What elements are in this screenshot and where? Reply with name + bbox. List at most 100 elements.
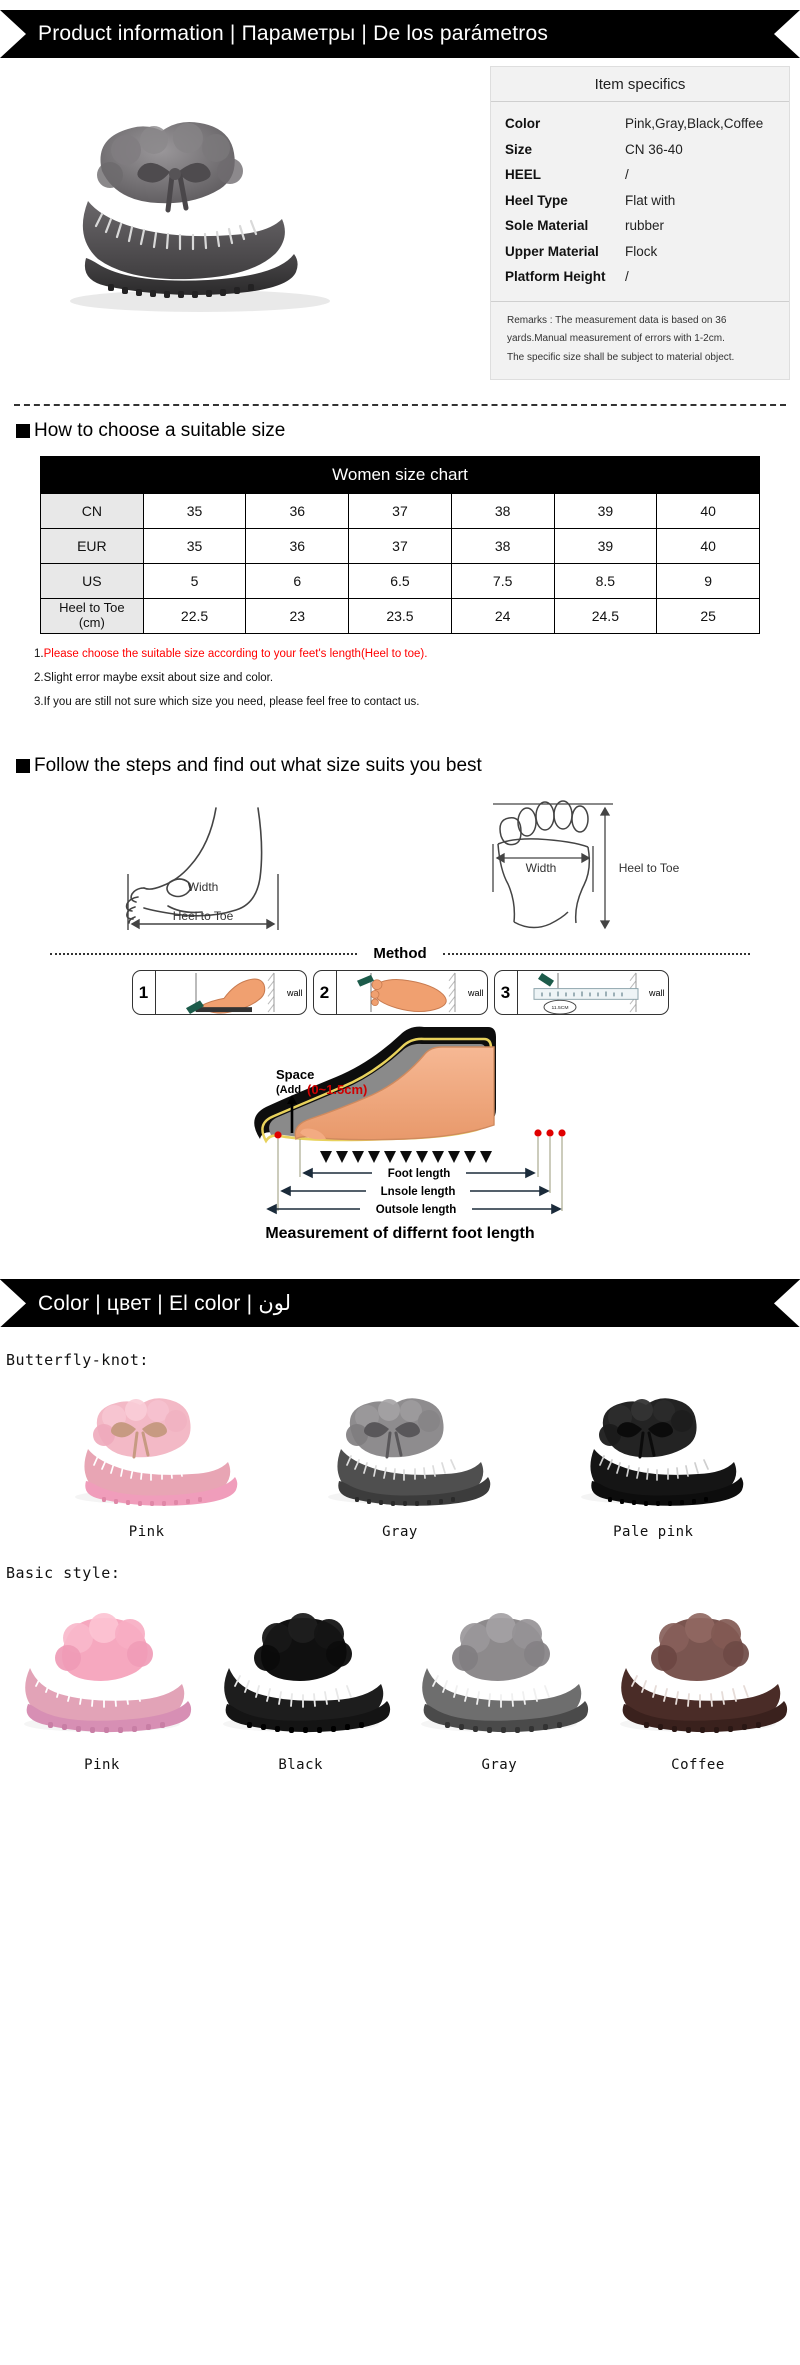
spec-row-platform-height: Platform Height / — [491, 264, 789, 290]
square-bullet-icon — [16, 424, 30, 438]
foot-measure-diagrams: Heel to Toe Width Width Heel to Toe Meth… — [40, 791, 760, 1253]
basic-color-name-gray: Gray — [481, 1757, 518, 1774]
cell: 36 — [245, 528, 350, 564]
row-label-line1: Heel to Toe — [59, 600, 125, 616]
cell: 40 — [656, 528, 760, 564]
spec-row-sole-material: Sole Material rubber — [491, 213, 789, 239]
space-range-label: (0~1.5cm) — [307, 1082, 367, 1097]
cell: 39 — [553, 528, 658, 564]
spec-value: CN 36-40 — [625, 141, 683, 157]
spec-key: Platform Height — [505, 269, 606, 285]
cell: 6 — [245, 563, 350, 599]
size-note-3: 3.If you are still not sure which size y… — [34, 690, 800, 714]
item-specifics-panel: Item specifics Color Pink,Gray,Black,Cof… — [490, 66, 790, 381]
basic-style-label: Basic style: — [6, 1564, 121, 1583]
table-row: EUR 35 36 37 38 39 40 — [40, 528, 760, 564]
women-size-chart-table: Women size chart CN 35 36 37 38 39 40 EU… — [40, 456, 760, 634]
basic-style-color-group: Basic style: Pink Black Gray Coffee — [0, 1540, 800, 1773]
method-dash-right — [442, 952, 751, 955]
remark-line: The specific size shall be subject to ma… — [507, 351, 735, 363]
square-bullet-icon — [16, 759, 30, 774]
basic-color-option-pink[interactable]: Pink — [4, 1592, 200, 1773]
cell: 36 — [245, 493, 350, 529]
color-option-pink[interactable]: Pink — [52, 1379, 242, 1540]
cell: 35 — [142, 493, 247, 529]
method-label: Method — [373, 945, 427, 963]
cell: 39 — [553, 493, 658, 529]
basic-style-swatch-row: Pink Black Gray Coffee — [0, 1588, 800, 1773]
shoe-photo-basic-gray — [421, 1613, 589, 1734]
spec-row-upper-material: Upper Material Flock — [491, 239, 789, 265]
shoe-photo-pink-bow — [74, 1398, 237, 1507]
row-label-eur: EUR — [40, 528, 144, 564]
butterfly-knot-label: Butterfly-knot: — [6, 1351, 149, 1370]
cell: 22.5 — [142, 598, 247, 634]
color-name-pale-pink: Pale pink — [613, 1524, 694, 1541]
foot-diagram-caption: Measurement of differnt foot length — [265, 1225, 535, 1243]
item-specifics-remarks: Remarks : The measurement data is based … — [491, 300, 789, 380]
label-width-top: Width — [525, 861, 556, 875]
note-number: 2. — [34, 672, 44, 685]
spec-value: Flat with — [625, 192, 676, 208]
spec-key: HEEL — [505, 167, 542, 183]
shoe-photo-basic-black — [222, 1613, 390, 1734]
basic-color-option-black[interactable]: Black — [203, 1592, 399, 1773]
spec-value: Pink,Gray,Black,Coffee — [625, 116, 764, 131]
row-label-line2: (cm) — [78, 615, 105, 630]
size-note-1: 1.Please choose the suitable size accord… — [34, 642, 800, 666]
table-title-row: Women size chart — [40, 456, 760, 494]
spec-row-color: Color Pink,Gray,Black,Coffee — [491, 111, 789, 137]
remark-line: yards.Manual measurement of errors with … — [507, 333, 725, 345]
cell: 38 — [450, 528, 555, 564]
cell: 6.5 — [348, 563, 452, 599]
foot-side-view-diagram: Heel to Toe Width — [125, 807, 279, 931]
row-label-heel-to-toe: Heel to Toe (cm) — [40, 598, 144, 634]
basic-color-option-gray[interactable]: Gray — [401, 1592, 597, 1773]
step1-side-foot-art — [185, 973, 274, 1015]
method-steps-row: 1 wall 2 wall 3 wall 11.5CM — [40, 968, 760, 1016]
table-row: Heel to Toe (cm) 22.5 23 23.5 24 24.5 25 — [40, 598, 760, 634]
row-label-cn: CN — [40, 493, 144, 529]
foot-top-view-diagram: Width Heel to Toe — [491, 800, 679, 930]
table-row: CN 35 36 37 38 39 40 — [40, 493, 760, 529]
product-information-banner: Product information | Параметры | De los… — [0, 10, 800, 58]
cell: 37 — [348, 493, 452, 529]
cell: 25 — [656, 598, 760, 634]
item-specifics-list: Color Pink,Gray,Black,Coffee Size CN 36-… — [491, 102, 789, 296]
step-illustration: wall — [516, 971, 668, 1015]
spec-value: / — [625, 269, 629, 285]
label-heel-to-toe-side: Heel to Toe — [172, 909, 233, 923]
color-option-pale-pink[interactable]: Pale pink — [558, 1379, 748, 1540]
color-banner: Color | цвет | El color | لون — [0, 1279, 800, 1328]
row-label-us: US — [40, 563, 144, 599]
cell: 24 — [450, 598, 555, 634]
product-overview-row: Item specifics Color Pink,Gray,Black,Cof… — [0, 58, 800, 388]
color-option-gray[interactable]: Gray — [305, 1379, 495, 1540]
step-number: 2 — [319, 982, 330, 1002]
cell: 8.5 — [553, 563, 658, 599]
space-add-label: (Add — [276, 1084, 301, 1096]
color-banner-title: Color | цвет | El color | لون — [38, 1291, 291, 1315]
step2-bottom-foot-art — [356, 973, 455, 1013]
product-detail-page: Product information | Параметры | De los… — [0, 0, 800, 1773]
spec-value: Flock — [625, 243, 658, 259]
basic-color-option-coffee[interactable]: Coffee — [600, 1592, 796, 1773]
step-number: 1 — [138, 982, 149, 1002]
cell: 38 — [450, 493, 555, 529]
steps-section-heading: Follow the steps and find out what size … — [0, 742, 800, 789]
note-text: If you are still not sure which size you… — [43, 696, 420, 709]
shoe-photo-gray-bow — [327, 1398, 491, 1507]
size-note-2: 2.Slight error maybe exsit about size an… — [34, 666, 800, 690]
table-row: US 5 6 6.5 7.5 8.5 9 — [40, 563, 760, 599]
cell: 23 — [245, 598, 350, 634]
spec-key: Size — [505, 141, 533, 157]
step-wall-label: wall — [648, 987, 665, 998]
method-divider-row: Method — [40, 941, 760, 968]
spec-row-heel: HEEL / — [491, 162, 789, 188]
measure-label-foot-length: Foot length — [388, 1168, 451, 1180]
basic-color-name-coffee: Coffee — [671, 1757, 725, 1774]
gray-moccasin-illustration — [70, 122, 330, 312]
note-number: 3. — [34, 696, 44, 709]
measure-label-insole-length: Lnsole length — [381, 1186, 456, 1198]
size-section-heading: How to choose a suitable size — [0, 407, 800, 454]
